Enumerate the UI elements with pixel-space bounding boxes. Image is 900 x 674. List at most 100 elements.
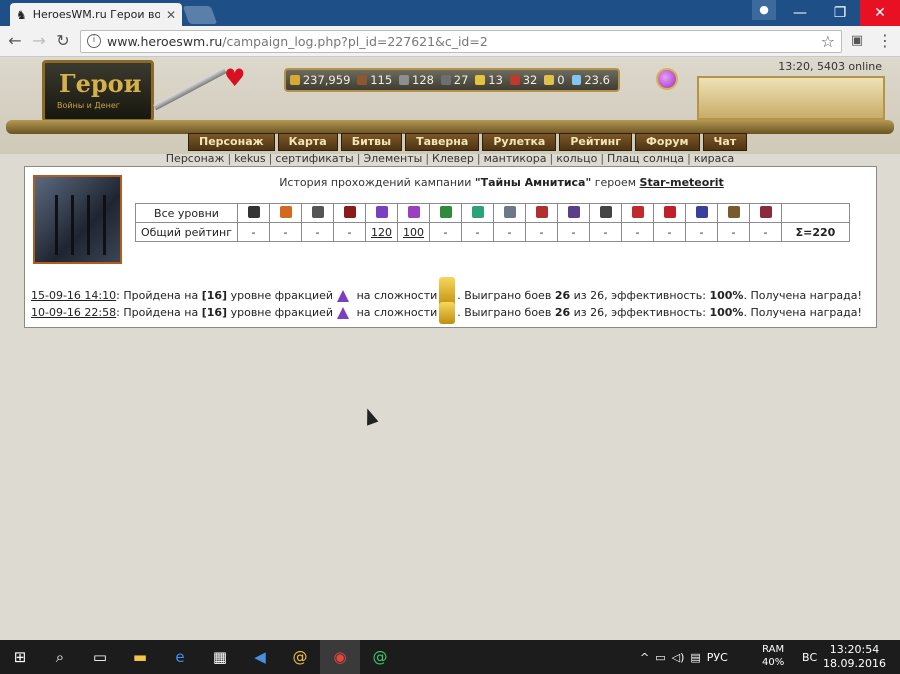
rating-cell: 100 (397, 222, 430, 242)
minimize-icon[interactable]: — (780, 0, 820, 26)
rating-value: - (571, 225, 576, 239)
log-date-link[interactable]: 15-09-16 14:10 (31, 289, 116, 302)
menu-item[interactable]: Персонаж (188, 133, 275, 151)
faction-cell[interactable] (621, 203, 654, 223)
ram-value: 40% (762, 657, 785, 668)
faction-cell[interactable] (685, 203, 718, 223)
faction-cell[interactable] (429, 203, 462, 223)
volume-icon[interactable]: ◁) (672, 651, 685, 664)
faction-cell[interactable] (461, 203, 494, 223)
rating-cell: - (685, 222, 718, 242)
menu-dots-icon[interactable]: ⋮ (874, 30, 896, 52)
menu-item[interactable]: Таверна (405, 133, 480, 151)
faction-cell[interactable] (397, 203, 430, 223)
hero-link[interactable]: Star-meteorit (640, 176, 724, 189)
file-explorer-icon[interactable]: ▬ (120, 640, 160, 674)
rating-value: - (635, 225, 640, 239)
maximize-icon[interactable]: ❐ (820, 0, 860, 26)
sword-dark-icon (567, 205, 580, 218)
rating-row: Общий рейтинг - - - -120 100- - - - - - - - - - - Σ=220 (135, 222, 850, 242)
bookmark-star-icon[interactable]: ☆ (821, 32, 835, 51)
faction-cell[interactable] (525, 203, 558, 223)
back-icon[interactable]: ← (4, 30, 26, 52)
language-label[interactable]: РУС (707, 651, 728, 664)
resource-icon (544, 75, 555, 85)
menu-item[interactable]: Битвы (340, 133, 403, 151)
url-path: /campaign_log.php?pl_id=227621&c_id=2 (222, 34, 488, 49)
heart-icon[interactable]: ♥ (224, 64, 246, 92)
all-levels-label: Все уровни (135, 203, 238, 223)
agent-icon[interactable]: @ (360, 640, 400, 674)
submenu-link[interactable]: kekus (234, 152, 265, 165)
menu-item[interactable]: Карта (277, 133, 338, 151)
media-icon[interactable]: ◀ (240, 640, 280, 674)
reload-icon[interactable]: ↻ (52, 30, 74, 52)
resource-value: 13 (488, 73, 503, 87)
rating-value[interactable]: 120 (371, 226, 392, 239)
resource-value: 237,959 (302, 73, 351, 87)
new-tab-button[interactable] (182, 6, 218, 24)
resource-value: 0 (557, 73, 565, 87)
rating-cell: - (333, 222, 366, 242)
faction-cell[interactable] (717, 203, 750, 223)
difficulty-icon (439, 302, 456, 324)
windows-start-icon[interactable]: ⊞ (0, 640, 40, 674)
faction-cell[interactable] (557, 203, 590, 223)
network-icon[interactable]: ▭ (655, 651, 665, 664)
mouse-cursor (361, 406, 379, 426)
profile-icon[interactable]: ● (752, 0, 776, 20)
info-icon[interactable]: i (87, 34, 101, 48)
log-level: [16] (201, 289, 228, 302)
separator: | (268, 152, 273, 165)
address-bar[interactable]: i www.heroeswm.ru/campaign_log.php?pl_id… (80, 30, 842, 53)
browser-tab[interactable]: ♞ HeroesWM.ru Герои вой ✕ (10, 3, 182, 26)
sword-red-icon (535, 205, 548, 218)
forward-icon[interactable]: → (28, 30, 50, 52)
close-tab-icon[interactable]: ✕ (166, 8, 176, 22)
game-logo[interactable]: Герои Войны и Денег (42, 60, 154, 122)
resource-icon (290, 75, 300, 85)
edge-icon[interactable]: e (160, 640, 200, 674)
search-icon[interactable]: ⌕ (40, 640, 80, 674)
rating-cell: - (301, 222, 334, 242)
potion-icon[interactable] (656, 68, 678, 90)
submenu-link[interactable]: кольцо (556, 152, 597, 165)
submenu-link[interactable]: мантикора (484, 152, 547, 165)
chrome-icon[interactable]: ◉ (320, 640, 360, 674)
tray-up-icon[interactable]: ^ (640, 651, 649, 664)
message-icon[interactable]: ▤ (690, 651, 700, 664)
faction-hat-icon (337, 307, 350, 319)
faction-cell[interactable] (365, 203, 398, 223)
log-date-link[interactable]: 10-09-16 22:58 (31, 306, 116, 319)
submenu-link[interactable]: кираса (694, 152, 734, 165)
resource-icon (571, 75, 582, 85)
menu-item[interactable]: Чат (702, 133, 748, 151)
rating-value[interactable]: 100 (403, 226, 424, 239)
faction-cell[interactable] (333, 203, 366, 223)
faction-cell[interactable] (301, 203, 334, 223)
faction-cell[interactable] (589, 203, 622, 223)
faction-cell[interactable] (493, 203, 526, 223)
title-mid: героем (591, 176, 640, 189)
clock-time: 13:20:54 (829, 643, 880, 656)
store-icon[interactable]: ▦ (200, 640, 240, 674)
rating-cell: - (717, 222, 750, 242)
faction-cell[interactable] (653, 203, 686, 223)
menu-item[interactable]: Рейтинг (559, 133, 633, 151)
extension-icon[interactable]: ▣ (846, 30, 868, 52)
submenu-link[interactable]: Клевер (432, 152, 474, 165)
submenu-link[interactable]: Плащ солнца (607, 152, 684, 165)
faction-cell[interactable] (237, 203, 270, 223)
submenu-link[interactable]: сертификаты (275, 152, 353, 165)
menu-item[interactable]: Рулетка (482, 133, 557, 151)
submenu-link[interactable]: Персонаж (166, 152, 225, 165)
log-text: . Выиграно боев (457, 289, 555, 302)
close-window-icon[interactable]: ✕ (860, 0, 900, 26)
menu-item[interactable]: Форум (635, 133, 700, 151)
faction-cell[interactable] (269, 203, 302, 223)
submenu-link[interactable]: Элементы (363, 152, 422, 165)
task-view-icon[interactable]: ▭ (80, 640, 120, 674)
mail-icon[interactable]: @ (280, 640, 320, 674)
faction-cell[interactable] (749, 203, 782, 223)
clock[interactable]: 13:20:54 18.09.2016 (823, 643, 886, 671)
